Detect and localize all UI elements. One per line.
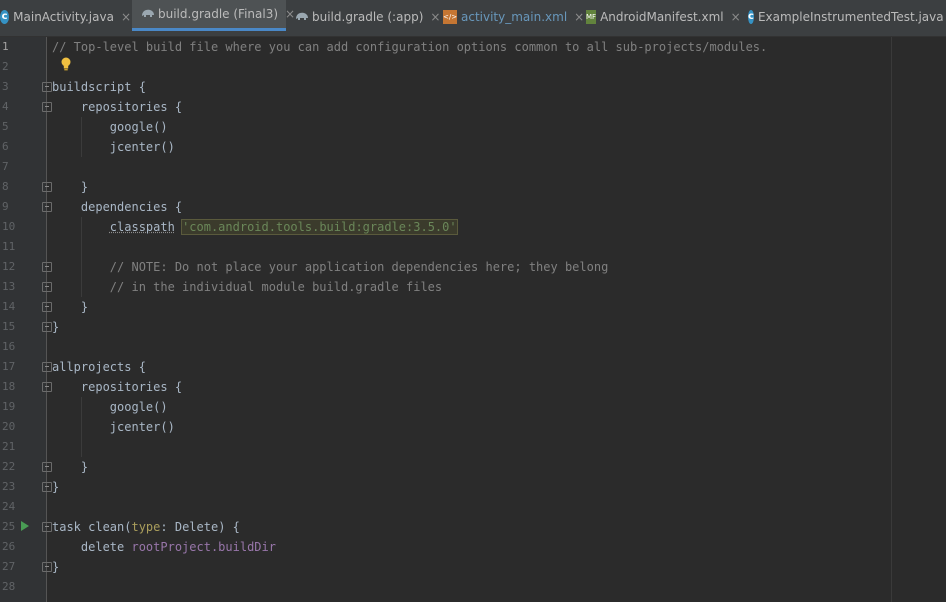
code-line-23: }: [52, 480, 60, 494]
line-number: 21: [2, 440, 16, 453]
right-margin-guide: [891, 37, 892, 602]
fold-marker[interactable]: [42, 382, 52, 392]
line-number: 20: [2, 420, 16, 433]
line-number: 25: [2, 520, 16, 533]
line-number: 11: [2, 240, 16, 253]
fold-marker[interactable]: [42, 182, 52, 192]
fold-marker[interactable]: [42, 302, 52, 312]
line-number: 6: [2, 140, 9, 153]
close-icon[interactable]: ×: [121, 10, 131, 24]
line-number: 24: [2, 500, 16, 513]
line-number: 3: [2, 80, 9, 93]
java-class-icon: c: [0, 10, 10, 24]
close-icon[interactable]: ×: [731, 10, 741, 24]
code-line-9: dependencies {: [52, 200, 183, 214]
close-icon[interactable]: ×: [574, 10, 584, 24]
line-number: 8: [2, 180, 9, 193]
line-number: 4: [2, 100, 9, 113]
code-line-13: // in the individual module build.gradle…: [52, 280, 443, 294]
fold-marker[interactable]: [42, 522, 52, 532]
code-line-22: }: [52, 460, 89, 474]
code-token: task clean(: [52, 520, 132, 534]
tab-build-gradle-project[interactable]: build.gradle (Final3) ×: [132, 0, 295, 31]
fold-marker[interactable]: [42, 482, 52, 492]
java-test-class-icon: c: [748, 10, 754, 24]
line-number: 9: [2, 200, 9, 213]
fold-marker[interactable]: [42, 362, 52, 372]
line-number: 14: [2, 300, 16, 313]
tab-label: build.gradle (:app): [312, 10, 424, 24]
line-number: 15: [2, 320, 16, 333]
code-line-20: jcenter(): [52, 420, 175, 434]
code-line-8: }: [52, 180, 89, 194]
code-line-12: // NOTE: Do not place your application d…: [52, 260, 609, 274]
tab-label: ExampleInstrumentedTest.java: [757, 10, 944, 24]
fold-marker[interactable]: [42, 562, 52, 572]
code-line-10: classpath 'com.android.tools.build:gradl…: [52, 217, 458, 237]
classpath-string: 'com.android.tools.build:gradle:3.5.0': [181, 219, 458, 235]
code-line-1: // Top-level build file where you can ad…: [52, 40, 768, 54]
line-number: 23: [2, 480, 16, 493]
classpath-keyword: classpath: [109, 220, 175, 234]
line-number: 5: [2, 120, 9, 133]
fold-marker[interactable]: [42, 462, 52, 472]
manifest-file-icon: MF: [586, 10, 597, 24]
xml-file-icon: </>: [443, 10, 457, 24]
fold-marker[interactable]: [42, 262, 52, 272]
close-icon[interactable]: ×: [430, 10, 440, 24]
line-number: 12: [2, 260, 16, 273]
line-number: 7: [2, 160, 9, 173]
line-number: 18: [2, 380, 16, 393]
code-line-25: task clean(type: Delete) {: [52, 517, 240, 537]
line-number: 16: [2, 340, 16, 353]
tab-main-activity[interactable]: c MainActivity.java ×: [0, 0, 131, 34]
line-number: 1: [2, 40, 9, 53]
fold-marker[interactable]: [42, 202, 52, 212]
property-reference: rootProject.buildDir: [131, 540, 276, 554]
code-line-5: google(): [52, 120, 168, 134]
code-line-18: repositories {: [52, 380, 183, 394]
fold-marker[interactable]: [42, 82, 52, 92]
editor-tab-bar: c MainActivity.java × build.gradle (Fina…: [0, 0, 946, 37]
named-argument: type: [131, 520, 161, 534]
tab-example-instrumented-test[interactable]: c ExampleInstrumentedTest.java ×: [748, 0, 946, 34]
code-line-3: buildscript {: [52, 80, 146, 94]
line-number: 10: [2, 220, 16, 233]
fold-marker[interactable]: [42, 282, 52, 292]
line-number: 27: [2, 560, 16, 573]
tab-label: MainActivity.java: [13, 10, 114, 24]
line-number: 22: [2, 460, 16, 473]
run-task-icon[interactable]: [21, 521, 29, 531]
code-token: delete: [52, 540, 132, 554]
line-number: 19: [2, 400, 16, 413]
code-line-6: jcenter(): [52, 140, 175, 154]
code-line-4: repositories {: [52, 100, 183, 114]
fold-marker[interactable]: [42, 322, 52, 332]
line-number: 26: [2, 540, 16, 553]
gradle-icon: [294, 10, 308, 24]
tab-label: build.gradle (Final3): [158, 7, 279, 21]
line-number: 28: [2, 580, 16, 593]
line-number: 2: [2, 60, 9, 73]
tab-label: activity_main.xml: [461, 10, 568, 24]
line-number: 17: [2, 360, 16, 373]
code-line-14: }: [52, 300, 89, 314]
fold-marker[interactable]: [42, 102, 52, 112]
code-line-17: allprojects {: [52, 360, 146, 374]
tab-label: AndroidManifest.xml: [600, 10, 724, 24]
code-line-27: }: [52, 560, 60, 574]
tab-android-manifest[interactable]: MF AndroidManifest.xml ×: [586, 0, 741, 34]
lightbulb-icon[interactable]: [60, 57, 72, 71]
code-line-19: google(): [52, 400, 168, 414]
code-line-15: }: [52, 320, 60, 334]
tab-build-gradle-app[interactable]: build.gradle (:app) ×: [294, 0, 440, 34]
code-token: : Delete) {: [160, 520, 240, 534]
line-number: 13: [2, 280, 16, 293]
code-line-26: delete rootProject.buildDir: [52, 537, 276, 557]
tab-activity-main-xml[interactable]: </> activity_main.xml ×: [443, 0, 584, 34]
gradle-icon: [140, 7, 154, 21]
